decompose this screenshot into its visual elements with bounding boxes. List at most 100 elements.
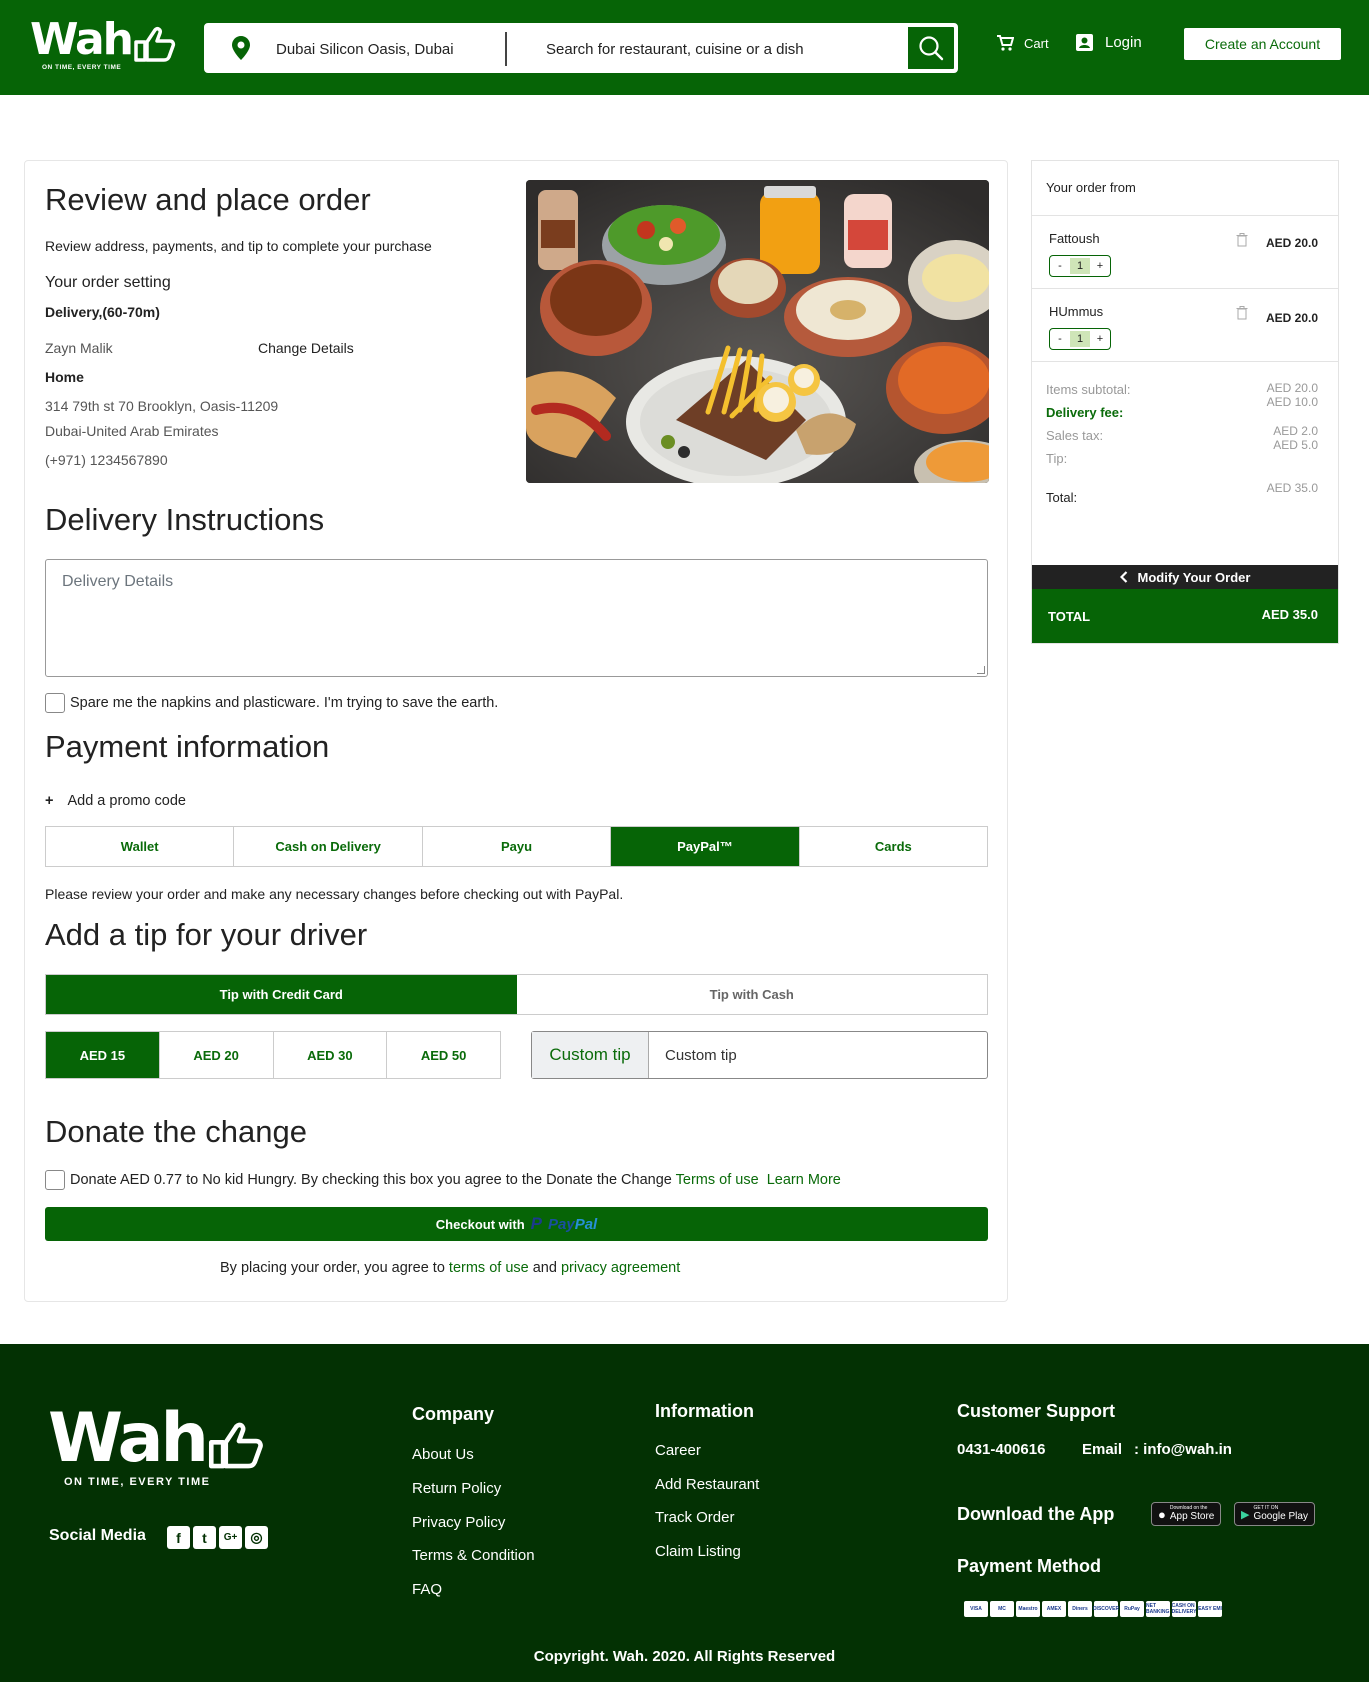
footer-link-claim-listing[interactable]: Claim Listing	[655, 1543, 741, 1560]
tab-wallet[interactable]: Wallet	[46, 827, 235, 866]
tip-aed-50-button[interactable]: AED 50	[387, 1032, 500, 1078]
trash-icon[interactable]	[1236, 233, 1248, 247]
checkout-label: Checkout with	[435, 1216, 525, 1232]
donate-title: Donate the change	[45, 1114, 307, 1149]
delivery-mode: Delivery,(60-70m)	[45, 304, 160, 320]
increase-quantity-button[interactable]: +	[1090, 333, 1110, 345]
subtotal-value: AED 20.0	[1266, 381, 1318, 395]
wah-logo[interactable]: Wah ON TIME, EVERY TIME	[30, 18, 176, 71]
tip-aed-30-button[interactable]: AED 30	[274, 1032, 388, 1078]
footer-link-privacy-policy[interactable]: Privacy Policy	[412, 1514, 505, 1531]
support-phone[interactable]: 0431-400616	[957, 1441, 1045, 1458]
tip-with-cash-button[interactable]: Tip with Cash	[517, 975, 988, 1014]
total-bar: TOTAL AED 35.0	[1032, 589, 1338, 643]
quantity-stepper: - 1 +	[1049, 255, 1111, 277]
tip-aed-15-button[interactable]: AED 15	[46, 1032, 160, 1078]
sales-tax-value: AED 2.0	[1273, 424, 1318, 438]
create-account-button[interactable]: Create an Account	[1184, 28, 1341, 60]
subtotal-label: Items subtotal:	[1046, 382, 1131, 397]
location-search-bar: Dubai Silicon Oasis, Dubai Search for re…	[204, 23, 958, 73]
footer-link-faq[interactable]: FAQ	[412, 1581, 442, 1598]
footer-link-career[interactable]: Career	[655, 1442, 701, 1459]
app-store-button[interactable]: ● Download on the App Store	[1151, 1502, 1222, 1526]
total-label: Total:	[1046, 490, 1078, 505]
delivery-details-textarea[interactable]: Delivery Details	[45, 559, 988, 677]
change-details-link[interactable]: Change Details	[258, 340, 354, 356]
food-hero-image	[526, 180, 989, 483]
tip-title: Add a tip for your driver	[45, 917, 368, 952]
instagram-icon[interactable]: ◎	[245, 1526, 268, 1549]
trash-icon[interactable]	[1236, 306, 1248, 320]
tab-cards[interactable]: Cards	[800, 827, 987, 866]
facebook-icon[interactable]: f	[167, 1526, 190, 1549]
net-banking-icon: NET BANKING	[1146, 1601, 1170, 1617]
add-promo-code-link[interactable]: + Add a promo code	[45, 793, 186, 809]
agreement-row: By placing your order, you agree to term…	[220, 1260, 680, 1276]
payment-method-icons: VISA MC Maestro AMEX Diners DISCOVER RuP…	[964, 1601, 1222, 1617]
sidebar-title: Your order from	[1046, 180, 1136, 195]
donate-terms-link[interactable]: Terms of use	[676, 1172, 759, 1188]
tab-payu[interactable]: Payu	[423, 827, 612, 866]
delivery-fee-value: AED 10.0	[1266, 395, 1318, 409]
plus-icon: +	[45, 793, 54, 809]
tip-with-credit-card-button[interactable]: Tip with Credit Card	[46, 975, 517, 1014]
footer-logo[interactable]: Wah ON TIME, EVERY TIME	[48, 1405, 264, 1488]
location-input[interactable]: Dubai Silicon Oasis, Dubai	[276, 41, 454, 58]
footer-link-return-policy[interactable]: Return Policy	[412, 1480, 501, 1497]
donate-checkbox[interactable]	[45, 1170, 65, 1190]
login-label: Login	[1105, 34, 1142, 51]
delivery-fee-label: Delivery fee:	[1046, 405, 1124, 420]
search-input[interactable]: Search for restaurant, cuisine or a dish	[546, 41, 804, 58]
copyright-text: Copyright. Wah. 2020. All Rights Reserve…	[533, 1648, 836, 1665]
tip-value: AED 5.0	[1273, 438, 1318, 452]
tab-cash-on-delivery[interactable]: Cash on Delivery	[234, 827, 423, 866]
checkout-with-paypal-button[interactable]: Checkout with P PayPal	[45, 1207, 988, 1241]
increase-quantity-button[interactable]: +	[1090, 260, 1110, 272]
footer-link-track-order[interactable]: Track Order	[655, 1509, 734, 1526]
tip-mode-toggle: Tip with Credit Card Tip with Cash	[45, 974, 988, 1015]
footer-link-terms[interactable]: Terms & Condition	[412, 1547, 535, 1564]
thumbs-up-icon	[134, 27, 176, 62]
tip-aed-20-button[interactable]: AED 20	[160, 1032, 274, 1078]
cart-link[interactable]: Cart	[996, 34, 1049, 52]
paypal-icon: P	[530, 1214, 542, 1233]
order-setting-label: Your order setting	[45, 274, 171, 291]
decrease-quantity-button[interactable]: -	[1050, 333, 1070, 345]
sales-tax-label: Sales tax:	[1046, 428, 1104, 443]
custom-tip-group: Custom tip Custom tip	[531, 1031, 988, 1079]
paypal-review-note: Please review your order and make any ne…	[45, 886, 624, 902]
email-label: Email	[1082, 1441, 1123, 1458]
quantity-value: 1	[1070, 331, 1090, 347]
payment-method-tabs: Wallet Cash on Delivery Payu PayPal™ Car…	[45, 826, 988, 867]
google-play-button[interactable]: ▶ GET IT ON Google Play	[1234, 1502, 1315, 1526]
item-price: AED 20.0	[1265, 311, 1318, 325]
privacy-agreement-link[interactable]: privacy agreement	[561, 1260, 680, 1276]
modify-order-button[interactable]: Modify Your Order	[1032, 565, 1338, 589]
footer-link-about-us[interactable]: About Us	[412, 1446, 474, 1463]
easy-emi-icon: EASY EMI	[1198, 1601, 1222, 1617]
total-bar-label: TOTAL	[1048, 609, 1091, 624]
custom-tip-input[interactable]: Custom tip	[649, 1032, 987, 1078]
google-plus-icon[interactable]: G+	[219, 1526, 242, 1549]
rupay-icon: RuPay	[1120, 1601, 1144, 1617]
tab-paypal[interactable]: PayPal™	[611, 827, 800, 866]
terms-of-use-link[interactable]: terms of use	[449, 1260, 529, 1276]
company-title: Company	[412, 1404, 495, 1424]
decrease-quantity-button[interactable]: -	[1050, 260, 1070, 272]
item-name: HUmmus	[1049, 304, 1104, 319]
location-pin-icon[interactable]	[232, 36, 250, 60]
agreement-and: and	[532, 1260, 557, 1276]
paypal-word-pay: Pay	[547, 1215, 575, 1233]
napkins-label: Spare me the napkins and plasticware. I'…	[70, 695, 499, 711]
apple-icon: ●	[1158, 1506, 1166, 1522]
textarea-resize-handle[interactable]	[977, 666, 985, 674]
payment-method-title: Payment Method	[957, 1556, 1102, 1576]
support-email[interactable]: : info@wah.in	[1134, 1441, 1232, 1458]
cart-icon	[997, 35, 1014, 51]
search-button[interactable]	[906, 25, 956, 71]
twitter-icon[interactable]: t	[193, 1526, 216, 1549]
footer-link-add-restaurant[interactable]: Add Restaurant	[655, 1476, 759, 1493]
napkins-checkbox[interactable]	[45, 693, 65, 713]
login-link[interactable]: Login	[1076, 34, 1142, 51]
learn-more-link[interactable]: Learn More	[767, 1172, 841, 1188]
